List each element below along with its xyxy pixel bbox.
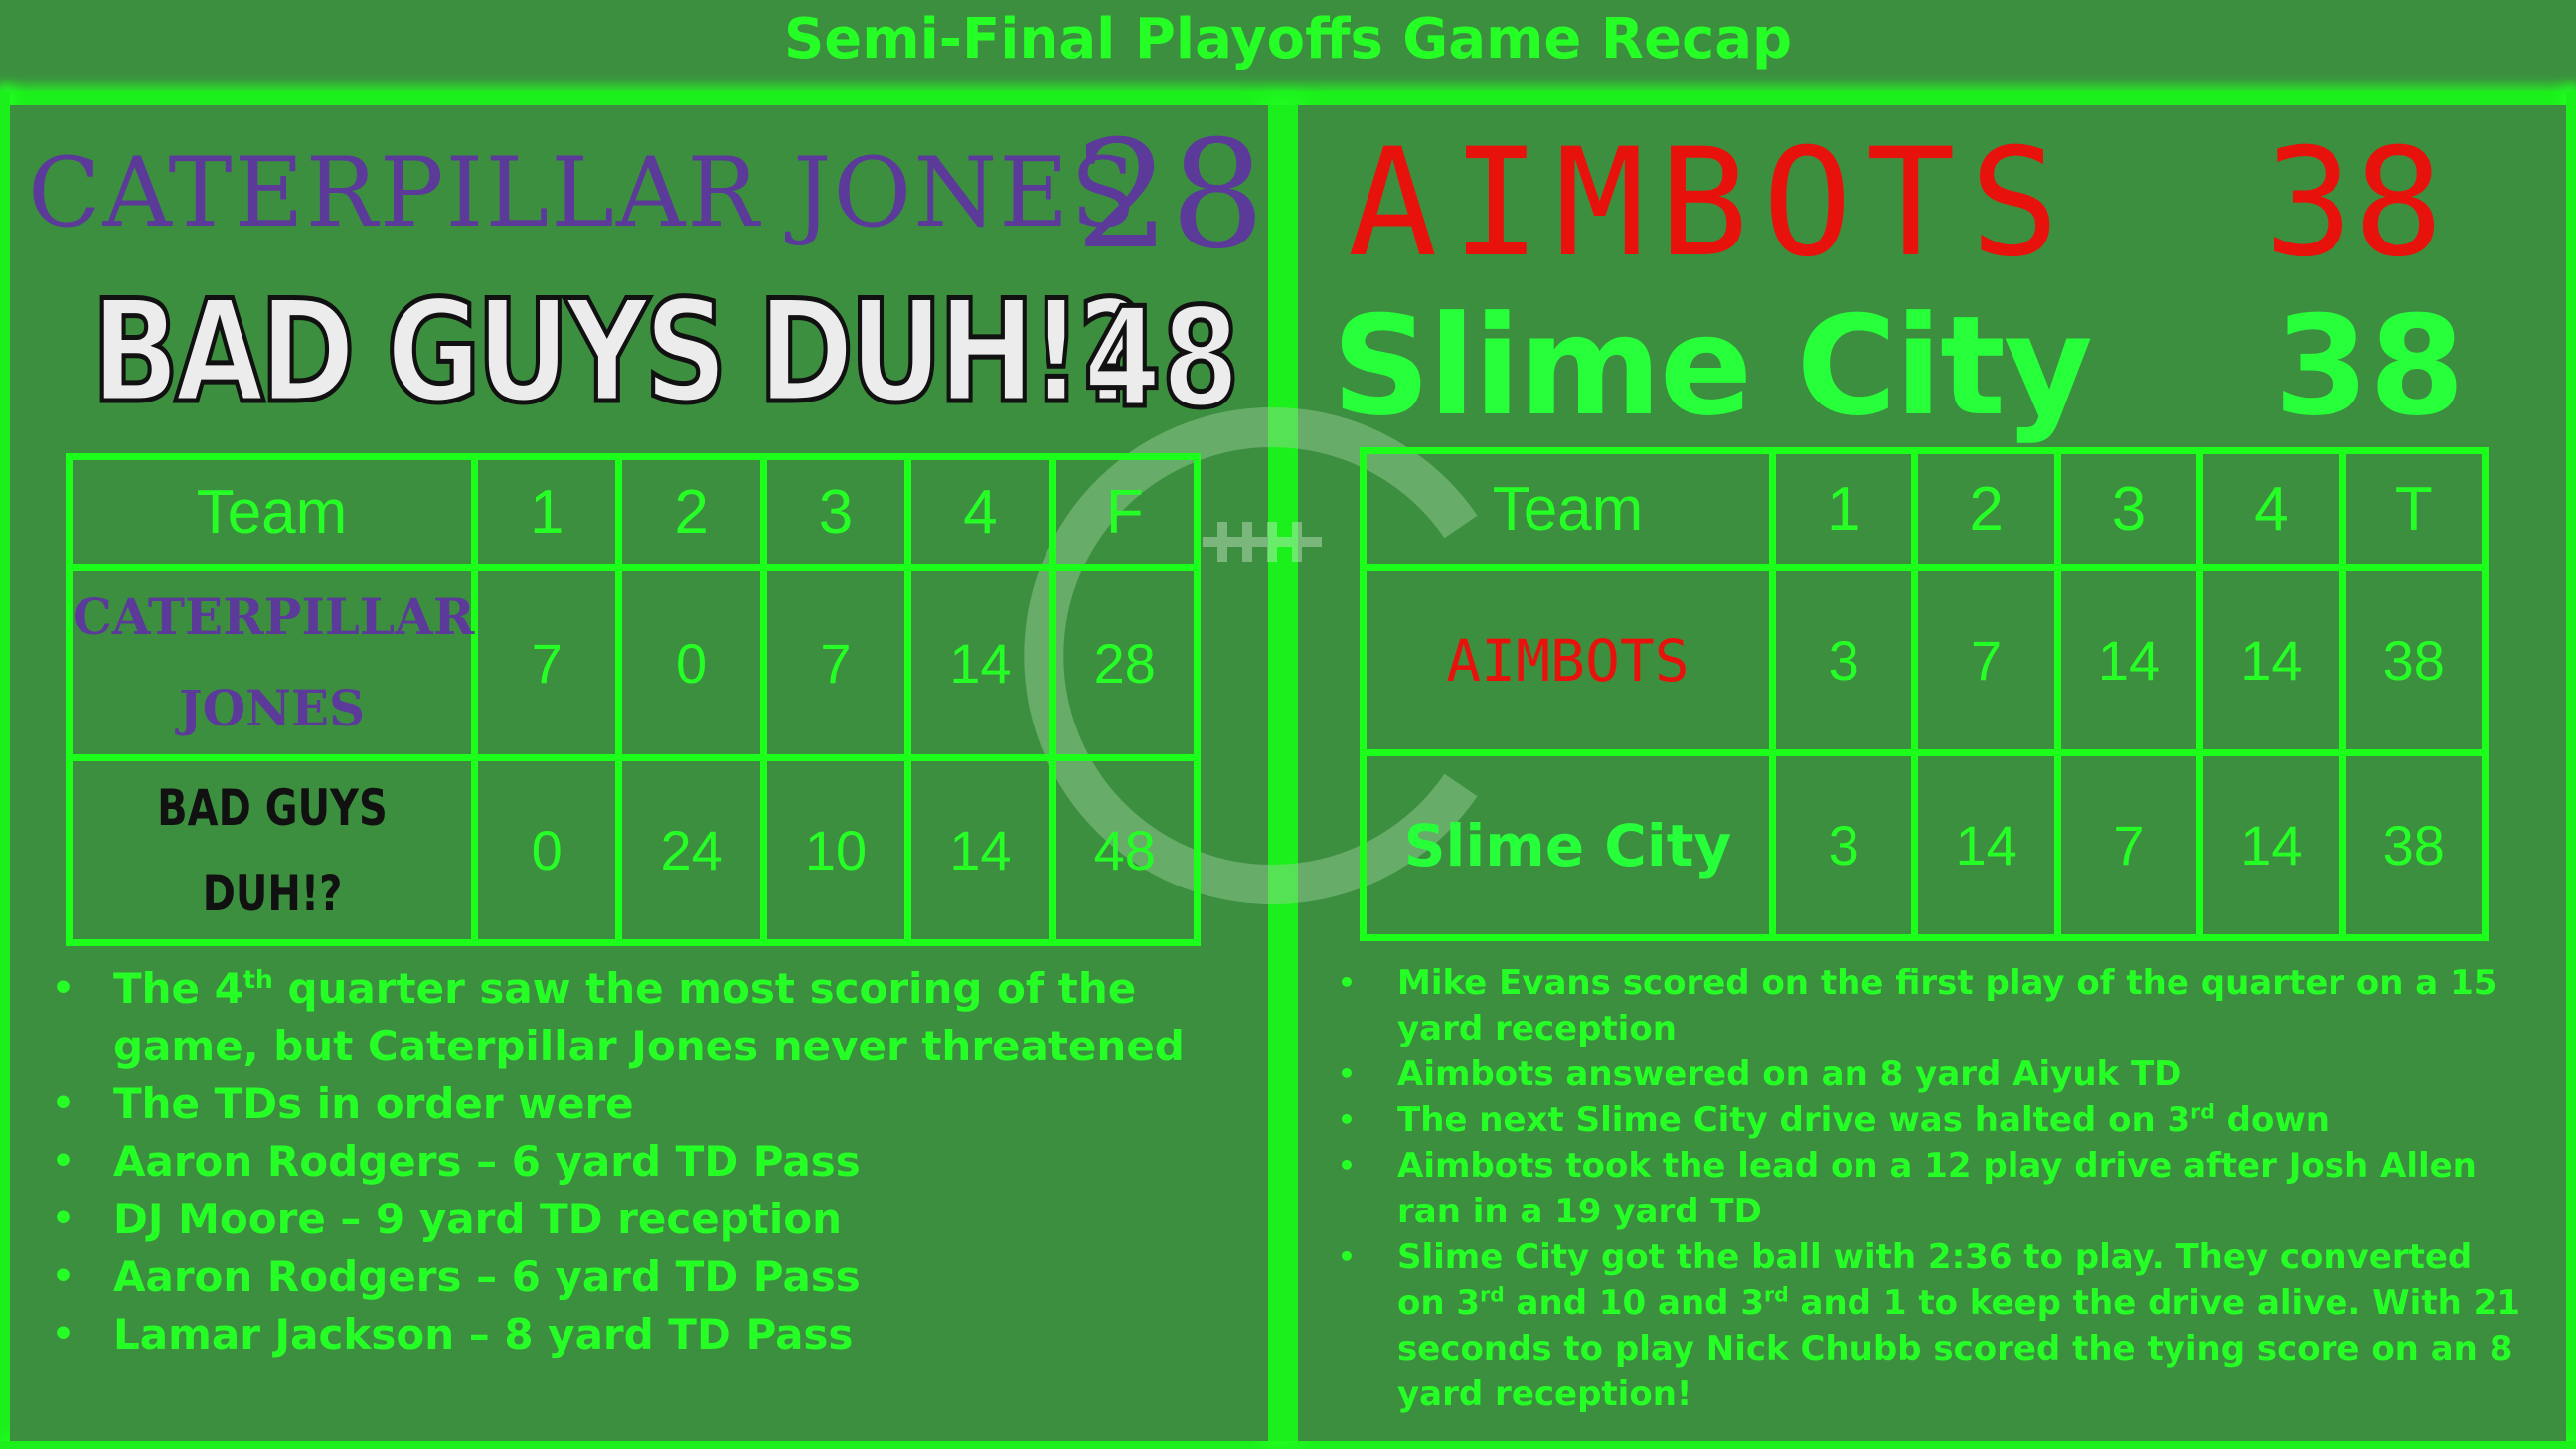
- list-item: The next Slime City drive was halted on …: [1338, 1097, 2530, 1143]
- list-item: The TDs in order were: [52, 1075, 1224, 1133]
- score-cell: 0: [615, 564, 767, 761]
- table-header-row: Team 1 2 3 4 T: [1360, 447, 2490, 571]
- list-item: Slime City got the ball with 2:36 to pla…: [1338, 1234, 2530, 1417]
- right-game-notes: Mike Evans scored on the first play of t…: [1338, 960, 2530, 1417]
- score-cell: 7: [470, 564, 623, 761]
- score-cell: 48: [1048, 754, 1202, 946]
- list-item: Lamar Jackson – 8 yard TD Pass: [52, 1306, 1224, 1364]
- table-header: Team: [1360, 447, 1776, 571]
- list-item: The 4th quarter saw the most scoring of …: [52, 960, 1224, 1075]
- table-header-row: Team 1 2 3 4 F: [66, 453, 1202, 571]
- score-cell: 0: [470, 754, 623, 946]
- frame-border-bottom: [0, 1441, 2576, 1449]
- score-cell: 24: [615, 754, 767, 946]
- bad-guys-score: 48: [1081, 276, 1242, 441]
- table-row: Slime City 3 14 7 14 38: [1360, 749, 2490, 941]
- aimbots-heading: AIMBOTS: [1348, 117, 2074, 290]
- bad-guys-heading: BAD GUYS DUH!?: [89, 268, 1147, 437]
- table-row: BAD GUYS DUH!? 0 24 10 14 48: [70, 754, 1202, 946]
- frame-border-right: [2566, 91, 2576, 1449]
- table-header: 4: [2196, 447, 2346, 571]
- team-cell: Slime City: [1360, 749, 1776, 941]
- table-row: AIMBOTS 3 7 14 14 38: [1360, 564, 2490, 756]
- list-item: Aimbots took the lead on a 12 play drive…: [1338, 1143, 2530, 1234]
- aimbots-score: 38: [2264, 117, 2444, 290]
- table-header: F: [1048, 453, 1202, 571]
- score-cell: 7: [759, 564, 912, 761]
- frame-border-left: [0, 91, 10, 1449]
- score-cell: 14: [2053, 564, 2204, 756]
- list-item: Aaron Rodgers – 6 yard TD Pass: [52, 1133, 1224, 1191]
- score-cell: 38: [2338, 564, 2490, 756]
- table-header: 1: [470, 453, 623, 571]
- table-header: 3: [759, 453, 912, 571]
- team-cell: AIMBOTS: [1360, 564, 1776, 756]
- slime-city-score: 38: [2274, 286, 2466, 446]
- frame-divider: [1268, 105, 1298, 1441]
- score-cell: 14: [904, 564, 1056, 761]
- score-cell: 38: [2338, 749, 2490, 941]
- left-scoring-table: Team 1 2 3 4 F CATERPILLAR JONES 7 0 7 1…: [66, 453, 1202, 946]
- score-cell: 7: [1911, 564, 2061, 756]
- score-cell: 14: [1911, 749, 2061, 941]
- right-scoring-table: Team 1 2 3 4 T AIMBOTS 3 7 14 14 38 Slim…: [1360, 447, 2490, 941]
- list-item: Aaron Rodgers – 6 yard TD Pass: [52, 1248, 1224, 1306]
- team-cell: CATERPILLAR JONES: [66, 564, 478, 761]
- score-cell: 3: [1768, 749, 1919, 941]
- table-header: 2: [1911, 447, 2061, 571]
- caterpillar-jones-score: 28: [1075, 109, 1265, 282]
- table-header: 3: [2053, 447, 2204, 571]
- table-header: 1: [1768, 447, 1919, 571]
- score-cell: 3: [1768, 564, 1919, 756]
- table-header: T: [2338, 447, 2490, 571]
- left-game-notes: The 4th quarter saw the most scoring of …: [52, 960, 1224, 1364]
- score-cell: 14: [904, 754, 1056, 946]
- score-cell: 10: [759, 754, 912, 946]
- list-item: Mike Evans scored on the first play of t…: [1338, 960, 2530, 1051]
- page-title: Semi-Final Playoffs Game Recap: [783, 7, 1793, 72]
- table-header: Team: [66, 453, 478, 571]
- table-header: 2: [615, 453, 767, 571]
- list-item: DJ Moore – 9 yard TD reception: [52, 1191, 1224, 1248]
- score-cell: 7: [2053, 749, 2204, 941]
- score-cell: 28: [1048, 564, 1202, 761]
- team-cell: BAD GUYS DUH!?: [106, 754, 437, 946]
- frame-border-top: [0, 91, 2576, 105]
- score-cell: 14: [2196, 749, 2346, 941]
- list-item: Aimbots answered on an 8 yard Aiyuk TD: [1338, 1051, 2530, 1097]
- table-header: 4: [904, 453, 1056, 571]
- slime-city-heading: Slime City: [1332, 286, 2093, 446]
- score-cell: 14: [2196, 564, 2346, 756]
- caterpillar-jones-heading: CATERPILLAR JONES: [28, 137, 1139, 248]
- table-row: CATERPILLAR JONES 7 0 7 14 28: [66, 564, 1202, 761]
